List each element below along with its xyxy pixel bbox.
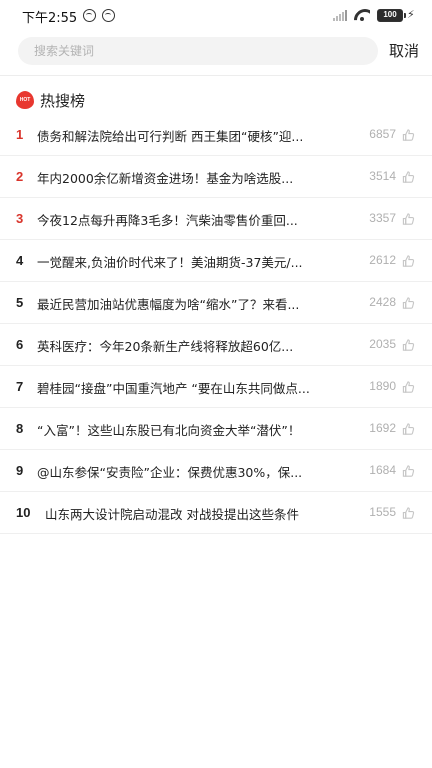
- app-notification-icon: [83, 9, 96, 22]
- thumbs-up-icon: [402, 421, 415, 435]
- thumbs-up-icon: [402, 127, 415, 141]
- thumbs-up-icon: [402, 295, 415, 309]
- heat-count: 2428: [369, 295, 396, 309]
- rank-number: 2: [16, 169, 24, 184]
- hot-list-item[interactable]: 6 英科医疗：今年20条新生产线将释放超60亿... 2035: [0, 324, 432, 366]
- item-title: 债务和解法院给出可行判断 西王集团“硬核”迎...: [37, 129, 304, 144]
- hot-list-item[interactable]: 1 债务和解法院给出可行判断 西王集团“硬核”迎... 6857: [0, 114, 432, 156]
- thumbs-up-icon: [402, 379, 415, 393]
- heat-count: 1684: [369, 463, 396, 477]
- item-title: 一觉醒来,负油价时代来了！美油期货-37美元/...: [37, 255, 303, 270]
- hot-list-title: 热搜榜: [40, 91, 86, 110]
- rank-number: 1: [16, 127, 24, 142]
- thumbs-up-icon: [402, 253, 415, 267]
- hot-list-item[interactable]: 5 最近民营加油站优惠幅度为啥“缩水”了？来看... 2428: [0, 282, 432, 324]
- app-notification-icon: [102, 9, 115, 22]
- item-title: 今夜12点每升再降3毛多！汽柴油零售价重回...: [37, 213, 298, 228]
- rank-number: 7: [16, 379, 24, 394]
- rank-number: 5: [16, 295, 24, 310]
- heat-count: 2612: [369, 253, 396, 267]
- heat-count: 3357: [369, 211, 396, 225]
- hot-icon: [16, 91, 34, 109]
- heat-count: 1890: [369, 379, 396, 393]
- hot-list-item[interactable]: 7 碧桂园“接盘”中国重汽地产 “要在山东共同做点... 1890: [0, 366, 432, 408]
- thumbs-up-icon: [402, 337, 415, 351]
- rank-number: 6: [16, 337, 24, 352]
- thumbs-up-icon: [402, 463, 415, 477]
- item-title: 碧桂园“接盘”中国重汽地产 “要在山东共同做点...: [37, 381, 310, 396]
- charging-icon: ⚡: [407, 8, 415, 21]
- hot-list: 1 债务和解法院给出可行判断 西王集团“硬核”迎... 6857 2 年内2000余亿新…: [0, 114, 432, 534]
- heat-count: 1555: [369, 505, 396, 519]
- hot-list-item[interactable]: 10 山东两大设计院启动混改 对战投提出这些条件 1555: [0, 492, 432, 534]
- heat-count: 6857: [369, 127, 396, 141]
- hot-list-item[interactable]: 2 年内2000余亿新增资金进场！基金为啥选股... 3514: [0, 156, 432, 198]
- status-time: 下午2:55: [22, 11, 78, 26]
- thumbs-up-icon: [402, 211, 415, 225]
- thumbs-up-icon: [402, 505, 415, 519]
- hot-list-item[interactable]: 9 @山东参保“安责险”企业：保费优惠30%，保... 1684: [0, 450, 432, 492]
- rank-number: 3: [16, 211, 24, 226]
- thumbs-up-icon: [402, 169, 415, 183]
- wifi-icon: [354, 9, 370, 21]
- heat-count: 2035: [369, 337, 396, 351]
- heat-count: 3514: [369, 169, 396, 183]
- battery-icon: 100: [377, 9, 406, 22]
- heat-count: 1692: [369, 421, 396, 435]
- hot-list-item[interactable]: 8 “入富”！这些山东股已有北向资金大举“潜伏”！ 1692: [0, 408, 432, 450]
- item-title: 最近民营加油站优惠幅度为啥“缩水”了？来看...: [37, 297, 300, 312]
- item-title: @山东参保“安责险”企业：保费优惠30%，保...: [37, 465, 303, 480]
- rank-number: 8: [16, 421, 24, 436]
- item-title: 英科医疗：今年20条新生产线将释放超60亿...: [37, 339, 294, 354]
- item-title: “入富”！这些山东股已有北向资金大举“潜伏”！: [37, 423, 301, 438]
- hot-list-header: 热搜榜: [16, 89, 85, 111]
- rank-number: 10: [16, 505, 31, 520]
- search-input[interactable]: [18, 37, 378, 65]
- cancel-button[interactable]: 取消: [389, 40, 419, 61]
- status-bar: 下午2:55 100 ⚡: [0, 0, 432, 30]
- hot-list-item[interactable]: 4 一觉醒来,负油价时代来了！美油期货-37美元/... 2612: [0, 240, 432, 282]
- item-title: 年内2000余亿新增资金进场！基金为啥选股...: [37, 171, 294, 186]
- rank-number: 4: [16, 253, 24, 268]
- rank-number: 9: [16, 463, 24, 478]
- header-divider: [0, 75, 432, 76]
- hot-list-item[interactable]: 3 今夜12点每升再降3毛多！汽柴油零售价重回... 3357: [0, 198, 432, 240]
- signal-icon: [333, 10, 349, 21]
- item-title: 山东两大设计院启动混改 对战投提出这些条件: [45, 507, 299, 522]
